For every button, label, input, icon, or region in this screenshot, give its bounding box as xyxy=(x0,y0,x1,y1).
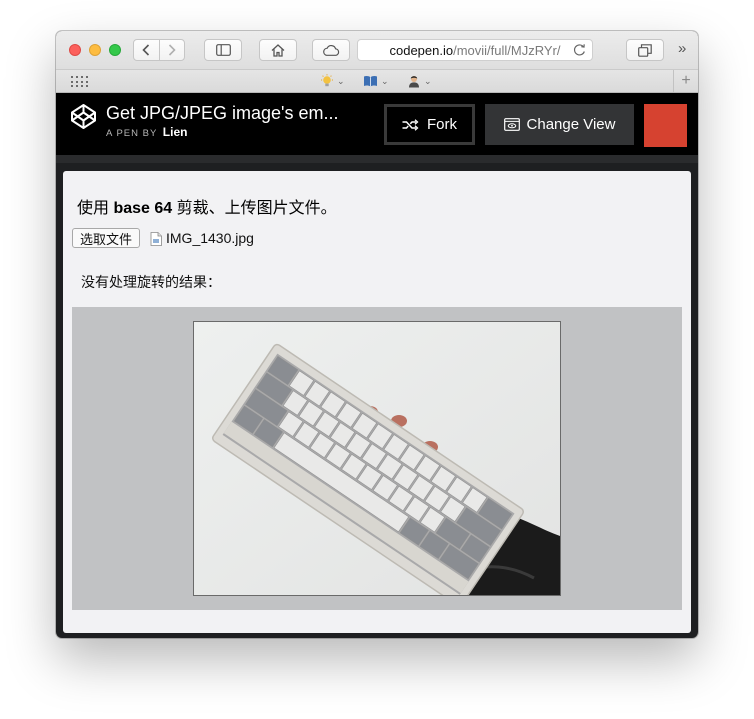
forward-button[interactable] xyxy=(159,40,184,60)
url-host: codepen.io xyxy=(389,42,454,58)
sidebar-button[interactable] xyxy=(204,39,242,61)
avatar-icon xyxy=(409,76,419,88)
close-window-button[interactable] xyxy=(69,44,81,56)
reload-button[interactable] xyxy=(573,43,586,60)
home-icon xyxy=(271,43,285,57)
favorite-folder-3[interactable]: ⌄ xyxy=(407,73,432,89)
page-heading: 使用 base 64 剪裁、上传图片文件。 xyxy=(77,194,337,218)
navigation-buttons xyxy=(133,39,185,61)
back-button[interactable] xyxy=(134,40,159,60)
maximize-window-button[interactable] xyxy=(109,44,121,56)
minimize-window-button[interactable] xyxy=(89,44,101,56)
view-icon xyxy=(503,118,520,131)
chevron-down-icon: ⌄ xyxy=(337,75,345,86)
favorites-bar: ⌄ ⌄ ⌄ + xyxy=(56,69,698,93)
change-view-button[interactable]: Change View xyxy=(485,104,634,145)
cloud-icon xyxy=(323,44,340,56)
file-icon xyxy=(150,232,162,251)
icloud-tabs-button[interactable] xyxy=(312,39,350,61)
tabs-overview-icon xyxy=(638,43,652,57)
fork-label: Fork xyxy=(427,116,457,133)
pen-title: Get JPG/JPEG image's em... xyxy=(106,103,339,123)
book-icon xyxy=(364,76,377,87)
heading-part-2: 剪裁、上传图片文件。 xyxy=(172,200,337,217)
browser-toolbar: codepen.io/movii/full/MJzRYr/ » xyxy=(56,31,698,69)
result-note: 没有处理旋转的结果： xyxy=(81,274,221,290)
top-sites-grid-icon[interactable] xyxy=(71,76,88,88)
choose-file-button[interactable]: 选取文件 xyxy=(72,228,141,248)
reload-icon xyxy=(573,44,585,56)
selected-file-name: IMG_1430.jpg xyxy=(166,230,254,246)
change-view-label: Change View xyxy=(526,116,616,133)
tab-overview-button[interactable] xyxy=(626,39,664,61)
codepen-header: Get JPG/JPEG image's em... A PEN BY Lien… xyxy=(56,93,698,155)
heading-part-1: 使用 xyxy=(77,200,114,217)
sidebar-icon xyxy=(215,44,231,56)
chevron-right-icon xyxy=(168,44,176,56)
toolbar-overflow-button[interactable]: » xyxy=(678,40,686,57)
codepen-logo-icon xyxy=(71,104,96,129)
keyboard-photo xyxy=(193,321,561,596)
home-button[interactable] xyxy=(259,39,297,61)
author-link[interactable]: Lien xyxy=(163,125,188,139)
address-bar[interactable]: codepen.io/movii/full/MJzRYr/ xyxy=(357,39,593,61)
chevron-down-icon: ⌄ xyxy=(424,75,432,86)
image-preview-area xyxy=(72,307,682,610)
codepen-logo[interactable] xyxy=(70,103,97,135)
byline-prefix: A PEN BY xyxy=(106,128,158,139)
new-tab-button[interactable]: + xyxy=(673,70,698,92)
fork-icon xyxy=(402,118,419,131)
pen-byline: A PEN BY Lien xyxy=(106,125,187,139)
favorite-folder-2[interactable]: ⌄ xyxy=(363,73,389,89)
chevron-down-icon: ⌄ xyxy=(381,75,389,86)
fork-button[interactable]: Fork xyxy=(384,104,475,145)
favorite-folder-1[interactable]: ⌄ xyxy=(320,73,345,89)
user-avatar-button[interactable] xyxy=(644,104,687,147)
heading-bold: base 64 xyxy=(113,200,173,217)
browser-window: codepen.io/movii/full/MJzRYr/ » ⌄ ⌄ ⌄ + xyxy=(56,31,698,638)
result-panel: 使用 base 64 剪裁、上传图片文件。 选取文件 IMG_1430.jpg … xyxy=(63,171,691,633)
url-path: /movii/full/MJzRYr/ xyxy=(453,42,561,58)
lightbulb-icon xyxy=(321,74,333,87)
header-divider xyxy=(56,155,698,163)
chevron-left-icon xyxy=(142,44,150,56)
